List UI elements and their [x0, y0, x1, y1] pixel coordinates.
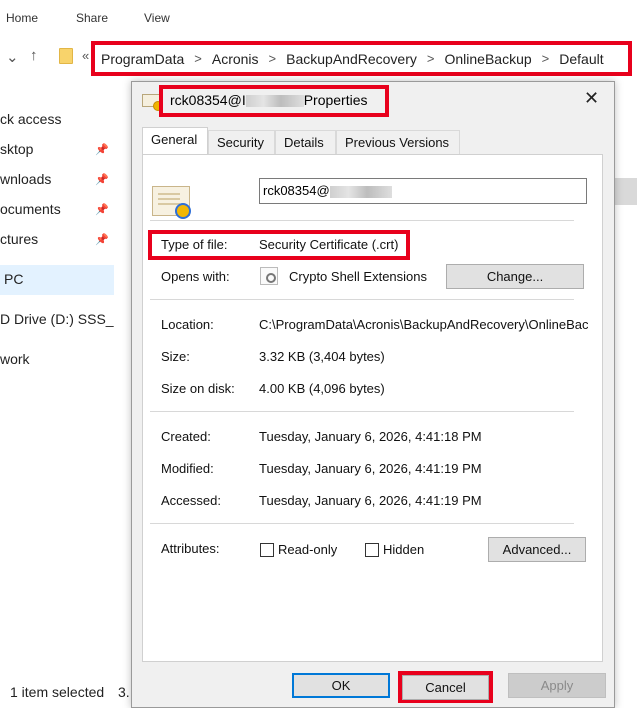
- file-name-value: rck08354@: [263, 183, 330, 198]
- ribbon-tab-home[interactable]: Home: [6, 11, 38, 25]
- breadcrumb-separator[interactable]: >: [194, 51, 202, 66]
- location-label: Location:: [161, 317, 214, 332]
- breadcrumb-acronis[interactable]: Acronis: [212, 51, 259, 67]
- breadcrumb-backupandrecovery[interactable]: BackupAndRecovery: [286, 51, 417, 67]
- nav-item-this-pc[interactable]: PC: [4, 271, 118, 287]
- change-button[interactable]: Change...: [446, 264, 584, 289]
- advanced-button[interactable]: Advanced...: [488, 537, 586, 562]
- modified-value: Tuesday, January 6, 2026, 4:41:19 PM: [259, 461, 482, 476]
- breadcrumb-onlinebackup[interactable]: OnlineBackup: [444, 51, 531, 67]
- dialog-title-suffix: Properties: [303, 92, 368, 108]
- apply-button[interactable]: Apply: [508, 673, 606, 698]
- cancel-button[interactable]: Cancel: [402, 675, 489, 700]
- divider: [150, 220, 574, 221]
- nav-item-network[interactable]: work: [0, 351, 114, 367]
- breadcrumb-separator[interactable]: >: [269, 51, 277, 66]
- redaction-blur: [245, 95, 304, 108]
- size-on-disk-value: 4.00 KB (4,096 bytes): [259, 381, 385, 396]
- breadcrumb-separator[interactable]: >: [427, 51, 435, 66]
- size-label: Size:: [161, 349, 190, 364]
- accessed-value: Tuesday, January 6, 2026, 4:41:19 PM: [259, 493, 482, 508]
- tab-security[interactable]: Security: [208, 130, 275, 154]
- hidden-label[interactable]: Hidden: [383, 542, 424, 557]
- certificate-file-icon: [152, 186, 191, 219]
- pin-icon: 📌: [95, 174, 109, 186]
- attributes-label: Attributes:: [161, 541, 220, 556]
- ok-button[interactable]: OK: [292, 673, 390, 698]
- close-icon[interactable]: ✕: [584, 88, 599, 109]
- crypto-shell-icon: [260, 267, 278, 285]
- divider: [150, 299, 574, 300]
- opens-with-label: Opens with:: [161, 269, 230, 284]
- dialog-title-prefix: rck08354@: [170, 92, 242, 108]
- status-size: 3.: [118, 684, 130, 700]
- ribbon-tab-view[interactable]: View: [144, 11, 170, 25]
- type-of-file-value: Security Certificate (.crt): [259, 237, 399, 252]
- breadcrumb-separator[interactable]: >: [542, 51, 550, 66]
- divider: [150, 523, 574, 524]
- tab-general[interactable]: General: [142, 127, 208, 155]
- tab-previous-versions[interactable]: Previous Versions: [336, 130, 460, 154]
- address-bar[interactable]: ProgramData > Acronis > BackupAndRecover…: [91, 41, 632, 76]
- location-value[interactable]: C:\ProgramData\Acronis\BackupAndRecovery…: [259, 317, 588, 332]
- breadcrumb-programdata[interactable]: ProgramData: [101, 51, 184, 67]
- read-only-label[interactable]: Read-only: [278, 542, 337, 557]
- type-of-file-label: Type of file:: [161, 237, 228, 252]
- file-name-field[interactable]: rck08354@: [259, 178, 587, 204]
- accessed-label: Accessed:: [161, 493, 221, 508]
- created-label: Created:: [161, 429, 211, 444]
- size-value: 3.32 KB (3,404 bytes): [259, 349, 385, 364]
- created-value: Tuesday, January 6, 2026, 4:41:18 PM: [259, 429, 482, 444]
- address-overflow[interactable]: «: [82, 48, 89, 63]
- read-only-checkbox[interactable]: [260, 543, 274, 557]
- pin-icon: 📌: [95, 204, 109, 216]
- up-arrow-icon[interactable]: ↑: [30, 47, 38, 64]
- certificate-icon: [142, 94, 163, 111]
- properties-dialog: rck08354@I Properties ✕ General Security …: [131, 81, 615, 708]
- dialog-title: rck08354@I Properties: [159, 85, 389, 117]
- divider: [150, 411, 574, 412]
- explorer-window: Home Share View ⌄ ↑ « ProgramData > Acro…: [0, 0, 637, 708]
- pin-icon: 📌: [95, 234, 109, 246]
- redaction-blur: [329, 185, 392, 198]
- pin-icon: 📌: [95, 144, 109, 156]
- tab-details[interactable]: Details: [275, 130, 336, 154]
- opens-with-value: Crypto Shell Extensions: [289, 269, 428, 284]
- ribbon-tab-share[interactable]: Share: [76, 11, 108, 25]
- breadcrumb-default[interactable]: Default: [559, 51, 603, 67]
- nav-item-d-drive[interactable]: D Drive (D:) SSS_X: [0, 311, 114, 327]
- size-on-disk-label: Size on disk:: [161, 381, 235, 396]
- file-list-row-highlight: [614, 178, 637, 205]
- modified-label: Modified:: [161, 461, 214, 476]
- folder-icon: [59, 48, 73, 64]
- hidden-checkbox[interactable]: [365, 543, 379, 557]
- chevron-down-icon[interactable]: ⌄: [6, 48, 19, 66]
- status-selected-count: 1 item selected: [10, 684, 105, 700]
- nav-item-quick-access[interactable]: ck access: [0, 111, 114, 127]
